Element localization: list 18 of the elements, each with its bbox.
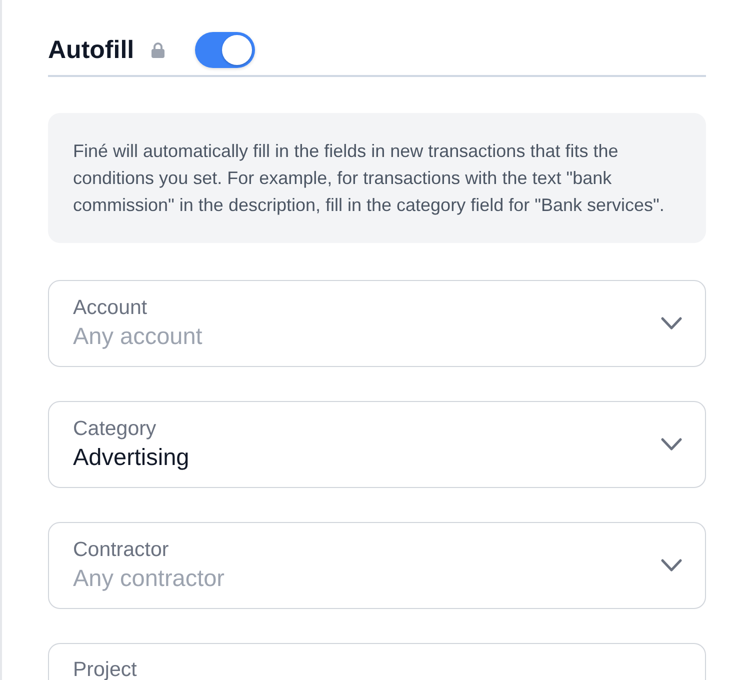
lock-icon <box>150 42 166 58</box>
field-placeholder: Any contractor <box>73 564 226 593</box>
chevron-down-icon <box>661 438 682 451</box>
chevron-down-icon <box>661 317 682 330</box>
field-label: Account <box>73 296 148 320</box>
dropdown-field[interactable]: Account Any account <box>48 280 706 367</box>
chevron-down-icon <box>661 559 682 572</box>
field-label: Contractor <box>73 538 170 562</box>
dropdown-field[interactable]: Category Advertising <box>48 401 706 488</box>
dropdown-field[interactable]: Contractor Any contractor <box>48 522 706 609</box>
toggle-switch[interactable] <box>195 32 256 68</box>
dropdown-field[interactable]: Project <box>48 643 706 680</box>
info-text: Finé will automatically fill in the fields in new transactions that fits the conditions you set. For example, for transactions with the text "bank commission" in the description, fill in the category field for "Bank services". <box>48 113 706 243</box>
section-title: Autofill <box>48 35 134 66</box>
field-value: Advertising <box>73 443 190 472</box>
field-label: Project <box>73 659 138 680</box>
field-placeholder: Any account <box>73 322 204 351</box>
field-label: Category <box>73 417 158 441</box>
